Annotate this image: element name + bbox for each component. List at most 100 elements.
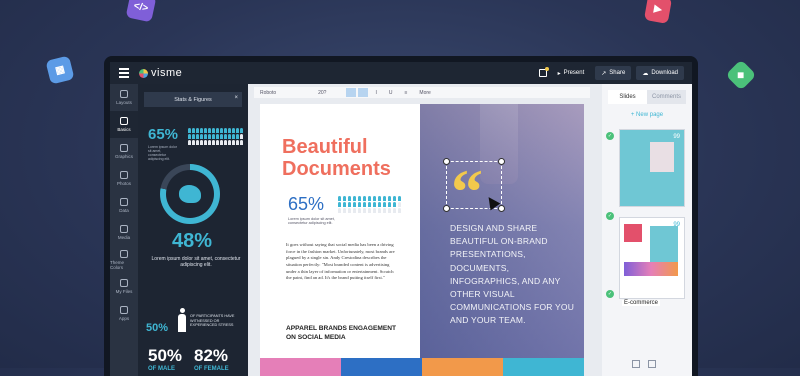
person-mark <box>228 134 231 139</box>
share-icon: ↗ <box>601 70 607 77</box>
person-mark <box>216 128 219 133</box>
tile-teal[interactable] <box>503 358 584 376</box>
laptop-frame: visme ▸ Present ↗ Share ☁ Download Layouts … <box>104 56 698 376</box>
person-mark <box>353 202 356 207</box>
underline-button[interactable]: U <box>383 90 399 96</box>
nav-basics[interactable]: Basics <box>110 111 138 138</box>
person-mark <box>224 128 227 133</box>
person-mark <box>338 202 341 207</box>
person-mark <box>388 202 391 207</box>
person-mark <box>196 128 199 133</box>
stat-female-percent[interactable]: 82% <box>194 346 228 366</box>
font-size-select[interactable]: 20? <box>312 90 332 96</box>
doc-people-pictogram[interactable] <box>338 196 402 213</box>
doc-title[interactable]: Beautiful Documents <box>282 136 391 180</box>
download-icon: ☁ <box>642 70 649 77</box>
slide-thumbnail-1[interactable]: 99 <box>620 130 684 206</box>
person-mark <box>338 196 341 201</box>
person-mark <box>196 140 199 145</box>
person-mark <box>204 128 207 133</box>
list-view-icon[interactable] <box>648 360 656 368</box>
tile-pink[interactable] <box>260 358 341 376</box>
doc-right-text[interactable]: DESIGN AND SHARE BEAUTIFUL ON-BRAND PRES… <box>450 222 580 327</box>
format-toolbar: Roboto 20? I U ≡ More <box>254 87 590 98</box>
person-mark <box>212 140 215 145</box>
person-mark <box>240 134 243 139</box>
tab-slides[interactable]: Slides <box>608 90 647 104</box>
person-mark <box>343 196 346 201</box>
photos-icon <box>120 171 128 179</box>
person-mark <box>348 202 351 207</box>
nav-photos[interactable]: Photos <box>110 165 138 192</box>
doc-stat[interactable]: 65% <box>288 194 324 215</box>
person-mark <box>368 202 371 207</box>
app-logo[interactable]: visme <box>139 67 182 79</box>
stat-male-percent[interactable]: 50% <box>148 346 182 366</box>
nav-layouts[interactable]: Layouts <box>110 84 138 111</box>
graphics-icon <box>120 144 128 152</box>
person-mark <box>216 140 219 145</box>
person-mark <box>358 208 361 213</box>
person-mark <box>228 128 231 133</box>
resize-handle[interactable] <box>443 158 450 165</box>
nav-apps[interactable]: Apps <box>110 300 138 327</box>
grid-view-icon[interactable] <box>632 360 640 368</box>
person-mark <box>220 140 223 145</box>
person-mark <box>383 202 386 207</box>
person-mark <box>228 140 231 145</box>
twitter-donut-chart[interactable] <box>160 164 220 224</box>
stat-65-percent[interactable]: 65% <box>148 126 178 143</box>
nav-media[interactable]: Media <box>110 219 138 246</box>
person-mark <box>208 140 211 145</box>
resize-handle[interactable] <box>443 205 450 212</box>
notification-icon[interactable] <box>538 67 549 77</box>
stat-male-label: OF MALE <box>148 366 175 372</box>
person-mark <box>363 202 366 207</box>
tile-blue[interactable] <box>341 358 422 376</box>
share-button[interactable]: ↗ Share <box>595 66 632 80</box>
slides-tabs: Slides Comments <box>608 90 686 104</box>
nav-my-files[interactable]: My Files <box>110 273 138 300</box>
present-button[interactable]: ▸ Present <box>552 66 591 80</box>
doc-body-text[interactable]: It goes without saying that social media… <box>286 242 398 282</box>
person-mark <box>398 208 401 213</box>
download-button[interactable]: ☁ Download <box>636 66 684 80</box>
person-mark <box>236 128 239 133</box>
social-tiles <box>260 358 584 376</box>
person-icon <box>178 308 186 332</box>
visme-logo-icon <box>139 68 148 78</box>
slide-thumbnail-2[interactable]: 99 E-commerce <box>620 218 684 306</box>
resize-handle[interactable] <box>498 158 505 165</box>
twitter-bird-icon <box>179 185 201 203</box>
align-left-button[interactable] <box>346 88 357 97</box>
doc-stat-subtext: Lorem ipsum dolor sit amet, consectetur … <box>288 217 335 225</box>
new-page-button[interactable]: + New page <box>602 112 692 118</box>
list-icon[interactable]: ≡ <box>398 90 413 96</box>
person-mark <box>240 140 243 145</box>
play-icon: ▶ <box>643 0 673 24</box>
tile-orange[interactable] <box>422 358 503 376</box>
apps-icon <box>120 306 128 314</box>
check-icon: ✓ <box>606 290 614 298</box>
tab-comments[interactable]: Comments <box>647 90 686 104</box>
font-family-select[interactable]: Roboto <box>254 90 282 96</box>
stat-50-percent[interactable]: 50% <box>146 322 168 334</box>
nav-data[interactable]: Data <box>110 192 138 219</box>
people-pictogram[interactable] <box>188 128 243 145</box>
more-options-select[interactable]: More <box>413 90 436 96</box>
person-mark <box>338 208 341 213</box>
stat-48-percent[interactable]: 48% <box>172 230 212 253</box>
check-icon: ✓ <box>606 212 614 220</box>
person-mark <box>220 134 223 139</box>
doc-section-heading[interactable]: APPAREL BRANDS ENGAGEMENT ON SOCIAL MEDI… <box>286 325 406 343</box>
nav-graphics[interactable]: Graphics <box>110 138 138 165</box>
menu-icon[interactable] <box>119 68 129 78</box>
nav-theme-colors[interactable]: Theme Colors <box>110 246 138 273</box>
person-mark <box>216 134 219 139</box>
person-mark <box>208 128 211 133</box>
italic-button[interactable]: I <box>369 90 382 96</box>
person-mark <box>393 208 396 213</box>
close-icon[interactable]: × <box>234 95 238 101</box>
bold-button[interactable] <box>358 88 369 97</box>
resize-handle[interactable] <box>498 205 505 212</box>
